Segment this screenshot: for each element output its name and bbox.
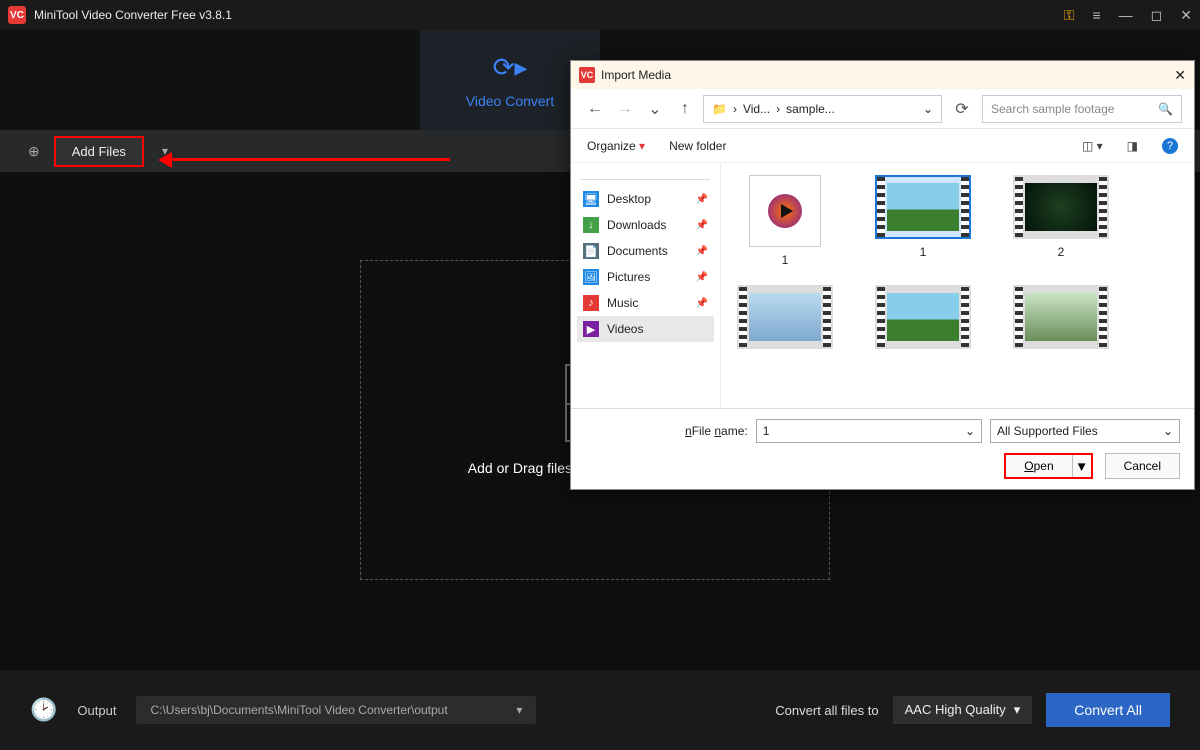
dialog-toolbar: Organize ▾ New folder ◫ ▾ ◨ ? xyxy=(571,129,1194,163)
app-logo-small: VC xyxy=(579,67,595,83)
title-bar: VC MiniTool Video Converter Free v3.8.1 … xyxy=(0,0,1200,30)
new-folder-button[interactable]: New folder xyxy=(669,139,726,153)
key-icon[interactable]: ⚿ xyxy=(1064,7,1075,24)
file-grid: 1 1 2 xyxy=(721,163,1194,408)
file-type-filter[interactable]: All Supported Files⌄ xyxy=(990,419,1180,443)
file-item[interactable] xyxy=(871,285,975,349)
open-button[interactable]: Open xyxy=(1006,455,1072,477)
file-name: 2 xyxy=(1058,245,1065,259)
add-folder-icon[interactable]: ⊕ xyxy=(28,143,40,160)
footer-bar: 🕑 Output C:\Users\bj\Documents\MiniTool … xyxy=(0,670,1200,750)
help-icon[interactable]: ? xyxy=(1162,138,1178,154)
search-icon: 🔍 xyxy=(1158,102,1173,116)
sidebar-item-videos[interactable]: ▶Videos xyxy=(577,316,714,342)
dialog-nav: ← → ⌄ ↑ 📁 ›Vid... ›sample... ⌄ ⟳ Search … xyxy=(571,89,1194,129)
cancel-button[interactable]: Cancel xyxy=(1105,453,1180,479)
file-item[interactable]: 1 xyxy=(733,175,837,267)
convert-icon: ⟳▸ xyxy=(493,52,528,83)
file-item[interactable] xyxy=(733,285,837,349)
dialog-close-button[interactable]: ✕ xyxy=(1174,67,1186,84)
sidebar-item-music[interactable]: ♪Music📌 xyxy=(577,290,714,316)
app-logo: VC xyxy=(8,6,26,24)
chevron-down-icon: ⌄ xyxy=(1163,424,1173,438)
open-dropdown[interactable]: ▼ xyxy=(1073,455,1091,477)
pin-icon: 📌 xyxy=(696,220,708,231)
output-label: Output xyxy=(77,703,116,718)
search-input[interactable]: Search sample footage 🔍 xyxy=(982,95,1182,123)
dialog-footer: nFile name: 1⌄ All Supported Files⌄ Open… xyxy=(571,408,1194,489)
pin-icon: 📌 xyxy=(696,246,708,257)
sidebar-item-desktop[interactable]: 🖥Desktop📌 xyxy=(577,186,714,212)
folder-icon: 📁 xyxy=(712,102,727,116)
file-item[interactable]: 2 xyxy=(1009,175,1113,267)
view-mode-icon[interactable]: ◫ ▾ xyxy=(1082,139,1103,153)
back-button[interactable]: ← xyxy=(583,100,607,118)
maximize-button[interactable]: ◻ xyxy=(1151,7,1163,24)
minimize-button[interactable]: — xyxy=(1119,7,1133,23)
dialog-title-bar: VC Import Media ✕ xyxy=(571,61,1194,89)
add-files-label: Add Files xyxy=(72,144,126,159)
add-files-button[interactable]: Add Files xyxy=(54,136,144,167)
up-button[interactable]: ↑ xyxy=(673,100,697,118)
app-title: MiniTool Video Converter Free v3.8.1 xyxy=(34,8,232,22)
output-path-text: C:\Users\bj\Documents\MiniTool Video Con… xyxy=(150,703,447,717)
preview-pane-icon[interactable]: ◨ xyxy=(1127,139,1138,153)
file-name: 1 xyxy=(920,245,927,259)
pin-icon: 📌 xyxy=(696,272,708,283)
chevron-down-icon: ⌄ xyxy=(965,424,975,438)
file-item[interactable] xyxy=(1009,285,1113,349)
search-placeholder: Search sample footage xyxy=(991,102,1114,116)
forward-button[interactable]: → xyxy=(613,100,637,118)
output-path-select[interactable]: C:\Users\bj\Documents\MiniTool Video Con… xyxy=(136,696,536,724)
convert-all-button[interactable]: Convert All xyxy=(1046,693,1170,727)
file-item[interactable]: 1 xyxy=(871,175,975,267)
tab-label: Video Convert xyxy=(466,93,554,109)
close-app-button[interactable]: ✕ xyxy=(1180,7,1192,24)
open-button-group: Open ▼ xyxy=(1004,453,1092,479)
breadcrumb[interactable]: 📁 ›Vid... ›sample... ⌄ xyxy=(703,95,942,123)
dialog-sidebar: 🖥Desktop📌 ↓Downloads📌 📄Documents📌 🖼Pictu… xyxy=(571,163,721,408)
annotation-arrow xyxy=(160,158,450,161)
convert-all-label: Convert all files to xyxy=(775,703,878,718)
chevron-down-icon: ⌄ xyxy=(923,102,933,116)
pin-icon: 📌 xyxy=(696,298,708,309)
sidebar-item-downloads[interactable]: ↓Downloads📌 xyxy=(577,212,714,238)
chevron-down-icon: ▾ xyxy=(1014,702,1021,718)
file-name-input[interactable]: 1⌄ xyxy=(756,419,982,443)
format-select[interactable]: AAC High Quality ▾ xyxy=(893,696,1033,724)
chevron-down-icon: ▾ xyxy=(516,703,522,717)
file-name: 1 xyxy=(782,253,789,267)
clock-icon[interactable]: 🕑 xyxy=(30,697,57,723)
format-value: AAC High Quality xyxy=(905,702,1006,718)
menu-icon[interactable]: ≡ xyxy=(1092,7,1100,23)
pin-icon: 📌 xyxy=(696,194,708,205)
file-name-label: nFile name: xyxy=(685,424,748,438)
organize-menu[interactable]: Organize ▾ xyxy=(587,139,645,153)
dialog-title: Import Media xyxy=(601,68,671,82)
sidebar-item-pictures[interactable]: 🖼Pictures📌 xyxy=(577,264,714,290)
sidebar-item-documents[interactable]: 📄Documents📌 xyxy=(577,238,714,264)
recent-button[interactable]: ⌄ xyxy=(643,99,667,119)
refresh-button[interactable]: ⟳ xyxy=(948,99,976,119)
file-dialog: VC Import Media ✕ ← → ⌄ ↑ 📁 ›Vid... ›sam… xyxy=(570,60,1195,490)
